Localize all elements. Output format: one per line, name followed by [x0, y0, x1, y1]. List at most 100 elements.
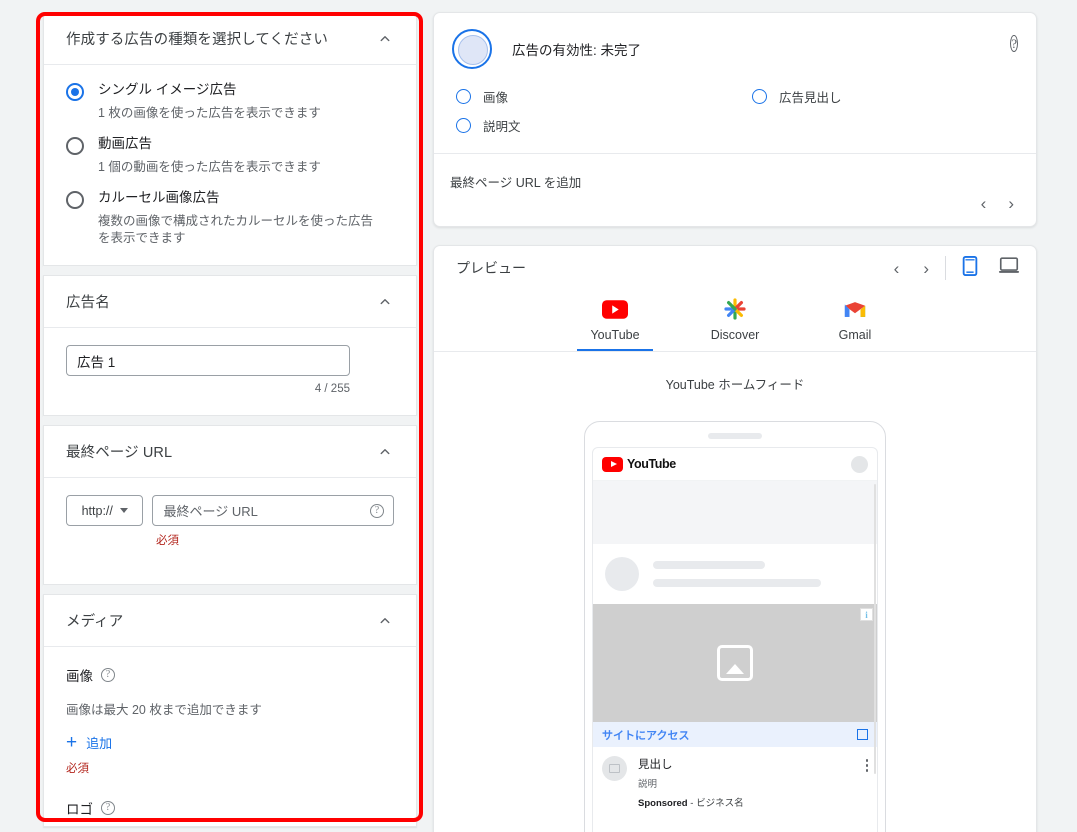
logo-label-row: ロゴ ?: [66, 798, 394, 818]
ad-image-area: i: [593, 604, 877, 722]
media-card: メディア 画像 ? 画像は最大 20 枚まで追加できます + 追加 必須 ロゴ: [43, 594, 417, 827]
tab-discover[interactable]: Discover: [697, 296, 773, 351]
ad-type-title: 作成する広告の種類を選択してください: [66, 32, 328, 48]
ad-type-option-video[interactable]: 動画広告 1 個の動画を使った広告を表示できます: [66, 135, 394, 176]
final-url-body: http:// 最終ページ URL ? 必須: [44, 478, 416, 584]
media-body: 画像 ? 画像は最大 20 枚まで追加できます + 追加 必須 ロゴ ?: [44, 647, 416, 826]
mobile-device-icon[interactable]: [962, 255, 978, 281]
ad-type-option-single-image[interactable]: シングル イメージ広告 1 枚の画像を使った広告を表示できます: [66, 81, 394, 122]
help-icon[interactable]: ?: [101, 668, 115, 682]
chevron-up-icon[interactable]: [374, 28, 396, 50]
tab-gmail[interactable]: Gmail: [817, 296, 893, 351]
tab-label: Discover: [710, 328, 760, 342]
chevron-left-icon[interactable]: ‹: [981, 195, 987, 212]
ad-name-title: 広告名: [66, 295, 110, 311]
final-url-input[interactable]: 最終ページ URL ?: [152, 495, 394, 526]
chevron-right-icon[interactable]: ›: [1008, 195, 1014, 212]
mock-app-name: YouTube: [627, 457, 676, 471]
images-label: 画像: [66, 669, 93, 684]
protocol-select[interactable]: http://: [66, 495, 144, 526]
media-title: メディア: [66, 614, 124, 630]
ad-name-card-header[interactable]: 広告名: [44, 276, 416, 328]
checklist-item-description: 説明文: [456, 116, 752, 135]
option-label: 動画広告: [98, 136, 152, 151]
strength-pager: ‹ ›: [434, 191, 1036, 226]
ad-strength-text: 広告の有効性: 未完了: [512, 43, 642, 58]
youtube-logo-icon: YouTube: [602, 456, 676, 472]
discover-icon: [697, 296, 773, 322]
avatar-icon: [605, 557, 639, 591]
radio-icon[interactable]: [66, 83, 84, 101]
help-icon[interactable]: ?: [101, 801, 115, 815]
images-note: 画像は最大 20 枚まで追加できます: [66, 703, 262, 717]
avatar-icon: [851, 455, 868, 473]
chevron-left-icon[interactable]: ‹: [894, 260, 900, 277]
desktop-device-icon[interactable]: [998, 256, 1020, 280]
phone-screen: YouTube i サイトにアクセス 見出し 説明 Sponsored - ビジ…: [592, 447, 878, 832]
option-description: 1 枚の画像を使った広告を表示できます: [98, 106, 321, 120]
ad-sponsored-row: Sponsored - ビジネス名: [638, 795, 855, 809]
option-description: 1 個の動画を使った広告を表示できます: [98, 160, 321, 174]
circle-icon: [456, 118, 471, 133]
final-url-card-header[interactable]: 最終ページ URL: [44, 426, 416, 478]
ad-type-options: シングル イメージ広告 1 枚の画像を使った広告を表示できます 動画広告 1 個…: [44, 65, 416, 265]
help-icon[interactable]: ?: [370, 503, 384, 518]
ad-strength-checklist: 画像 広告見出し 説明文: [434, 69, 1036, 135]
checklist-item-headline: 広告見出し: [752, 87, 1018, 106]
ad-headline: 見出し: [638, 759, 673, 771]
more-vert-icon[interactable]: [865, 756, 868, 809]
ad-cta-bar[interactable]: サイトにアクセス: [593, 722, 877, 747]
gmail-icon: [817, 296, 893, 322]
option-description: 複数の画像で構成されたカルーセルを使った広告を表示できます: [98, 214, 374, 245]
ad-sponsored-separator: -: [687, 798, 697, 809]
ad-type-option-carousel[interactable]: カルーセル画像広告 複数の画像で構成されたカルーセルを使った広告を表示できます: [66, 189, 394, 247]
mock-scrollbar: [874, 484, 876, 774]
section-gap: [43, 266, 417, 275]
checklist-label: 広告見出し: [779, 91, 842, 105]
media-card-header[interactable]: メディア: [44, 595, 416, 647]
mock-app-bar: YouTube: [593, 448, 877, 481]
skeleton-line: [653, 579, 821, 587]
final-url-title: 最終ページ URL: [66, 445, 173, 461]
business-logo-placeholder-icon: [602, 756, 627, 781]
protocol-value: http://: [81, 503, 113, 518]
images-required-text: 必須: [66, 763, 89, 775]
preview-channel-tabs: YouTube Discover Gmail: [434, 290, 1036, 351]
option-label: カルーセル画像広告: [98, 190, 220, 205]
preview-card: プレビュー ‹ › YouTube Discover Gmail YouTube…: [433, 245, 1037, 832]
images-label-row: 画像 ?: [66, 665, 394, 685]
ad-meta-row: 見出し 説明 Sponsored - ビジネス名: [593, 747, 877, 809]
ad-strength-ring-icon: [452, 29, 492, 69]
checklist-item-image: 画像: [456, 87, 752, 106]
radio-icon[interactable]: [66, 137, 84, 155]
tab-label: Gmail: [838, 328, 872, 342]
radio-icon[interactable]: [66, 191, 84, 209]
plus-icon: +: [66, 731, 78, 753]
ad-editor-left-panel: 作成する広告の種類を選択してください シングル イメージ広告 1 枚の画像を使っ…: [43, 12, 417, 827]
chevron-up-icon[interactable]: [374, 610, 396, 632]
add-image-label: 追加: [86, 736, 113, 751]
phone-speaker: [708, 433, 762, 439]
checklist-label: 説明文: [483, 120, 521, 134]
ad-name-input[interactable]: 広告 1: [66, 345, 350, 376]
preview-header: プレビュー ‹ ›: [434, 246, 1036, 290]
mock-placeholder-strip: [593, 481, 877, 544]
chevron-up-icon[interactable]: [374, 291, 396, 313]
section-gap: [43, 585, 417, 594]
chevron-up-icon[interactable]: [374, 441, 396, 463]
divider: [945, 256, 946, 280]
final-url-required-text: 必須: [156, 535, 179, 547]
option-label: シングル イメージ広告: [98, 82, 237, 97]
chevron-down-icon: [119, 508, 128, 513]
chevron-right-icon[interactable]: ›: [923, 260, 929, 277]
ad-name-card: 広告名 広告 1 4 / 255: [43, 275, 417, 416]
help-icon[interactable]: ?: [1010, 35, 1018, 52]
preview-title: プレビュー: [456, 260, 526, 276]
section-gap: [43, 416, 417, 425]
final-url-hint: 最終ページ URL を追加: [450, 176, 582, 190]
tab-youtube[interactable]: YouTube: [577, 296, 653, 351]
ad-name-body: 広告 1 4 / 255: [44, 328, 416, 415]
add-image-button[interactable]: + 追加: [66, 733, 394, 752]
image-placeholder-icon: [717, 645, 753, 681]
ad-type-card-header[interactable]: 作成する広告の種類を選択してください: [44, 13, 416, 65]
